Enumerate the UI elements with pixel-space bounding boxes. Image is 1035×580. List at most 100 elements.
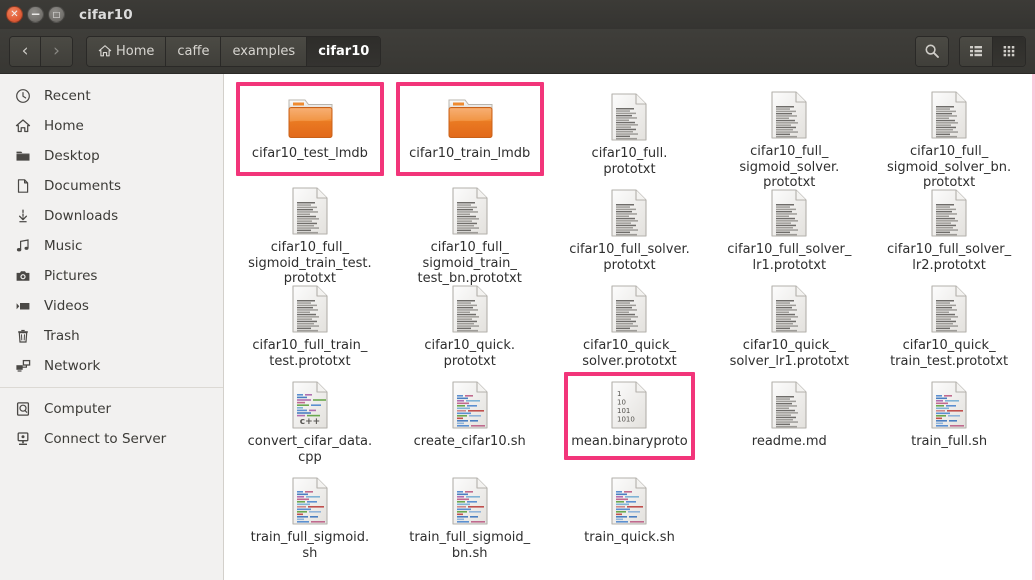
search-button[interactable] xyxy=(916,36,948,66)
sidebar-label-trash: Trash xyxy=(44,328,80,344)
maximize-icon[interactable]: □ xyxy=(48,6,65,23)
sidebar-item-desktop[interactable]: Desktop xyxy=(0,141,223,171)
forward-button[interactable]: › xyxy=(41,36,72,66)
sidebar-item-music[interactable]: Music xyxy=(0,231,223,261)
server-icon xyxy=(14,430,32,448)
file-item[interactable]: cifar10_full_ sigmoid_solver_bn. prototx… xyxy=(869,82,1029,190)
close-icon[interactable]: ✕ xyxy=(6,6,23,23)
sidebar-label-pictures: Pictures xyxy=(44,268,98,284)
text-icon xyxy=(767,186,811,238)
toolbar: ‹ › Home caffe examples cifar10 xyxy=(0,29,1035,74)
file-item[interactable]: readme.md xyxy=(709,370,869,466)
text-icon xyxy=(927,186,971,238)
file-list-area[interactable]: cifar10_test_lmdb cifar10_train_lmdb cif… xyxy=(224,74,1035,580)
toolbar-right xyxy=(915,35,1026,67)
file-item[interactable]: train_full.sh xyxy=(869,370,1029,466)
file-item[interactable]: cifar10_full_ sigmoid_train_ test_bn.pro… xyxy=(390,178,550,286)
file-name-label: cifar10_quick_ solver_lr1.prototxt xyxy=(729,338,849,369)
sidebar-label-home: Home xyxy=(44,118,84,134)
file-name-label: cifar10_full_solver_ lr2.prototxt xyxy=(887,242,1012,273)
file-name-label: cifar10_test_lmdb xyxy=(251,146,368,161)
sidebar-item-trash[interactable]: Trash xyxy=(0,321,223,351)
file-name-label: convert_cifar_data. cpp xyxy=(247,434,373,465)
file-item[interactable]: create_cifar10.sh xyxy=(390,370,550,466)
sidebar-item-documents[interactable]: Documents xyxy=(0,171,223,201)
file-name-label: cifar10_quick_ train_test.prototxt xyxy=(890,338,1009,369)
search-icon xyxy=(924,43,940,59)
file-item[interactable]: cifar10_full_ sigmoid_train_test. protot… xyxy=(230,178,390,286)
breadcrumb: Home caffe examples cifar10 xyxy=(86,35,382,67)
file-item[interactable]: cifar10_full_solver_ lr2.prototxt xyxy=(869,178,1029,274)
sidebar-label-recent: Recent xyxy=(44,88,91,104)
sidebar-item-network[interactable]: Network xyxy=(0,351,223,381)
sidebar-item-recent[interactable]: Recent xyxy=(0,81,223,111)
sidebar-item-home[interactable]: Home xyxy=(0,111,223,141)
breadcrumb-label-caffe: caffe xyxy=(177,43,210,59)
sidebar-label-computer: Computer xyxy=(44,401,112,417)
text-icon xyxy=(767,282,811,334)
file-item[interactable]: cifar10_full_ sigmoid_solver. prototxt xyxy=(709,82,869,190)
svg-text:101: 101 xyxy=(617,407,630,415)
file-item[interactable]: cifar10_full_solver. prototxt xyxy=(550,178,710,274)
breadcrumb-item-cifar10[interactable]: cifar10 xyxy=(307,36,381,66)
file-item[interactable]: 1 10 101 1010 mean.binaryproto xyxy=(550,370,710,466)
file-item[interactable]: cifar10_test_lmdb xyxy=(230,82,390,178)
video-icon xyxy=(14,297,32,315)
file-name-label: mean.binaryproto xyxy=(571,434,688,449)
breadcrumb-label-cifar10: cifar10 xyxy=(318,43,370,59)
file-item[interactable]: train_full_sigmoid. sh xyxy=(230,466,390,562)
list-view-icon xyxy=(968,43,984,59)
file-item[interactable]: cifar10_full. prototxt xyxy=(550,82,710,178)
file-item[interactable]: cifar10_quick. prototxt xyxy=(390,274,550,370)
sidebar-item-videos[interactable]: Videos xyxy=(0,291,223,321)
breadcrumb-item-examples[interactable]: examples xyxy=(221,36,308,66)
sidebar: Recent Home Desktop Documents Downloads … xyxy=(0,74,224,580)
file-grid: cifar10_test_lmdb cifar10_train_lmdb cif… xyxy=(224,78,1035,562)
window-title: cifar10 xyxy=(79,6,133,23)
file-item[interactable]: train_quick.sh xyxy=(550,466,710,562)
file-name-label: train_quick.sh xyxy=(584,530,675,545)
sidebar-item-computer[interactable]: Computer xyxy=(0,394,223,424)
network-icon xyxy=(14,357,32,375)
file-name-label: train_full_sigmoid. sh xyxy=(250,530,370,561)
script-icon xyxy=(448,474,492,526)
sidebar-item-connect-to-server[interactable]: Connect to Server xyxy=(0,424,223,454)
text-icon xyxy=(607,282,651,334)
file-item[interactable]: cifar10_train_lmdb xyxy=(390,82,550,178)
grid-view-button[interactable] xyxy=(993,36,1025,66)
home-icon xyxy=(98,44,112,58)
file-name-label: cifar10_full_solver. prototxt xyxy=(569,242,690,273)
list-view-button[interactable] xyxy=(960,36,993,66)
maximize-glyph: □ xyxy=(52,9,61,19)
home-icon xyxy=(14,117,32,135)
file-manager-window: ✕ − □ cifar10 ‹ › Home caffe examples ci… xyxy=(0,0,1035,580)
cpp-icon: c++ xyxy=(288,378,332,430)
breadcrumb-item-caffe[interactable]: caffe xyxy=(166,36,222,66)
breadcrumb-item-home[interactable]: Home xyxy=(87,36,167,66)
file-name-label: cifar10_full. prototxt xyxy=(591,146,668,177)
close-glyph: ✕ xyxy=(10,8,19,20)
file-item[interactable]: train_full_sigmoid_ bn.sh xyxy=(390,466,550,562)
file-item[interactable]: cifar10_quick_ train_test.prototxt xyxy=(869,274,1029,370)
minimize-icon[interactable]: − xyxy=(27,6,44,23)
file-item[interactable]: cifar10_full_solver_ lr1.prototxt xyxy=(709,178,869,274)
file-item[interactable]: cifar10_full_train_ test.prototxt xyxy=(230,274,390,370)
navigation-buttons: ‹ › xyxy=(9,35,73,67)
binary-icon: 1 10 101 1010 xyxy=(607,378,651,430)
breadcrumb-label-examples: examples xyxy=(232,43,296,59)
file-item[interactable]: cifar10_quick_ solver.prototxt xyxy=(550,274,710,370)
sidebar-item-pictures[interactable]: Pictures xyxy=(0,261,223,291)
text-icon xyxy=(448,282,492,334)
svg-text:1010: 1010 xyxy=(617,416,635,424)
file-name-label: cifar10_quick. prototxt xyxy=(424,338,515,369)
file-name-label: create_cifar10.sh xyxy=(413,434,526,449)
file-item[interactable]: cifar10_quick_ solver_lr1.prototxt xyxy=(709,274,869,370)
chevron-left-icon: ‹ xyxy=(21,41,29,61)
back-button[interactable]: ‹ xyxy=(10,36,41,66)
script-icon xyxy=(607,474,651,526)
file-name-label: cifar10_full_solver_ lr1.prototxt xyxy=(727,242,852,273)
title-bar: ✕ − □ cifar10 xyxy=(0,0,1035,29)
sidebar-item-downloads[interactable]: Downloads xyxy=(0,201,223,231)
file-item[interactable]: c++ convert_cifar_data. cpp xyxy=(230,370,390,466)
folder-icon xyxy=(282,90,338,142)
